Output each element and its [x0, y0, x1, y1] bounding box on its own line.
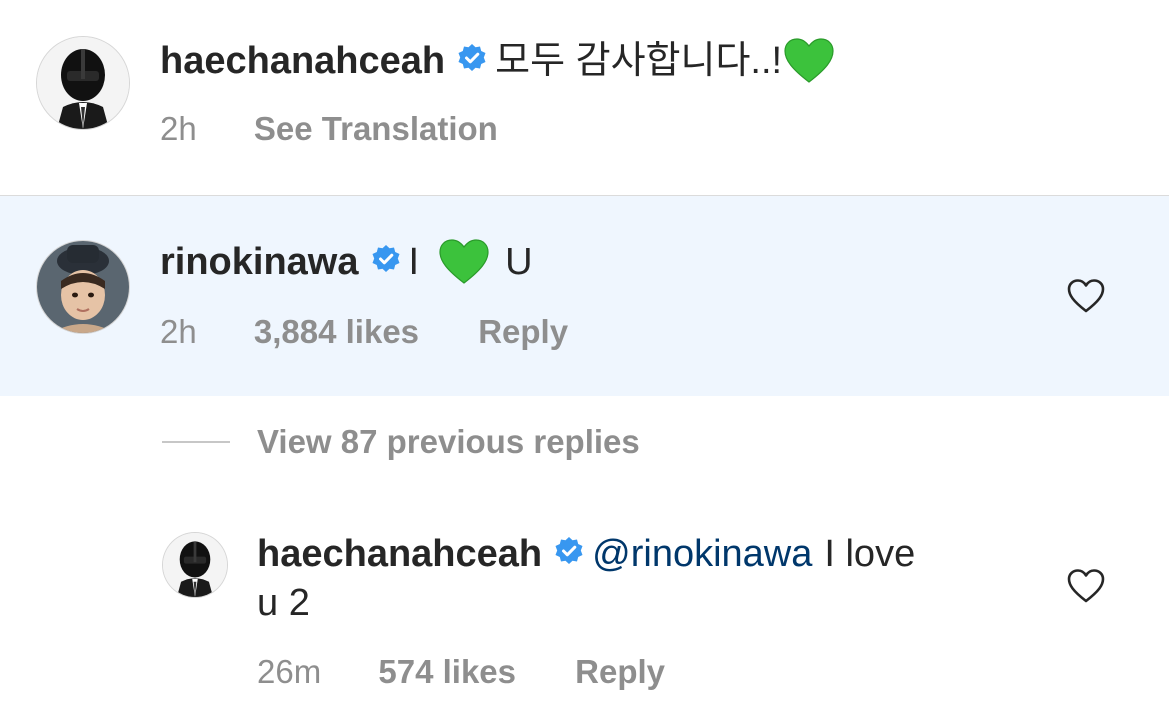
username[interactable]: rinokinawa — [160, 239, 359, 285]
reply-body-line2: u 2 — [257, 580, 310, 626]
comment-1-body: haechanahceah 모두 감사합니다..! — [160, 38, 834, 84]
green-heart-icon — [784, 38, 834, 84]
view-previous-replies-button[interactable]: View 87 previous replies — [257, 422, 640, 462]
child-avatar-icon — [37, 241, 129, 333]
comment-2-meta: 2h 3,884 likes Reply — [160, 312, 568, 352]
reply-time: 26m — [257, 653, 322, 690]
reply-button[interactable]: Reply — [575, 653, 665, 690]
see-translation-button[interactable]: See Translation — [254, 110, 498, 147]
username[interactable]: haechanahceah — [160, 38, 445, 84]
like-heart-icon[interactable] — [1067, 568, 1105, 604]
verified-badge-icon — [457, 38, 487, 84]
reply-text: I love — [824, 533, 916, 575]
likes-count[interactable]: 574 likes — [378, 653, 516, 690]
reply-meta: 26m 574 likes Reply — [257, 652, 665, 692]
verified-badge-icon — [371, 239, 401, 285]
helmet-avatar-icon — [163, 533, 227, 597]
green-heart-icon — [439, 239, 489, 285]
comment-text-start: I — [408, 241, 420, 283]
comment-2-body: rinokinawa I U — [160, 239, 533, 285]
reply-button[interactable]: Reply — [478, 313, 568, 350]
verified-badge-icon — [554, 531, 584, 577]
likes-count[interactable]: 3,884 likes — [254, 313, 419, 350]
avatar-haechanahceah[interactable] — [37, 37, 129, 129]
reply-body-line1: haechanahceah @rinokinawa I love — [257, 531, 915, 577]
like-heart-icon[interactable] — [1067, 278, 1105, 314]
comment-text: 모두 감사합니다..! — [495, 40, 783, 82]
helmet-avatar-icon — [37, 37, 129, 129]
thread-line — [162, 441, 230, 443]
reply-text-cont: u 2 — [257, 582, 310, 624]
comment-2: rinokinawa I U 2h 3,884 likes Reply — [0, 196, 1169, 396]
comment-1-meta: 2h See Translation — [160, 109, 498, 149]
comment-1: haechanahceah 모두 감사합니다..! 2h See Transla… — [0, 0, 1169, 195]
avatar-rinokinawa[interactable] — [37, 241, 129, 333]
avatar-haechanahceah[interactable] — [163, 533, 227, 597]
reply-comment: haechanahceah @rinokinawa I love u 2 26m… — [0, 500, 1169, 724]
comment-time: 2h — [160, 313, 197, 350]
comment-time: 2h — [160, 110, 197, 147]
username[interactable]: haechanahceah — [257, 531, 542, 577]
mention-link[interactable]: @rinokinawa — [592, 531, 812, 577]
comment-text-end: U — [505, 241, 533, 283]
